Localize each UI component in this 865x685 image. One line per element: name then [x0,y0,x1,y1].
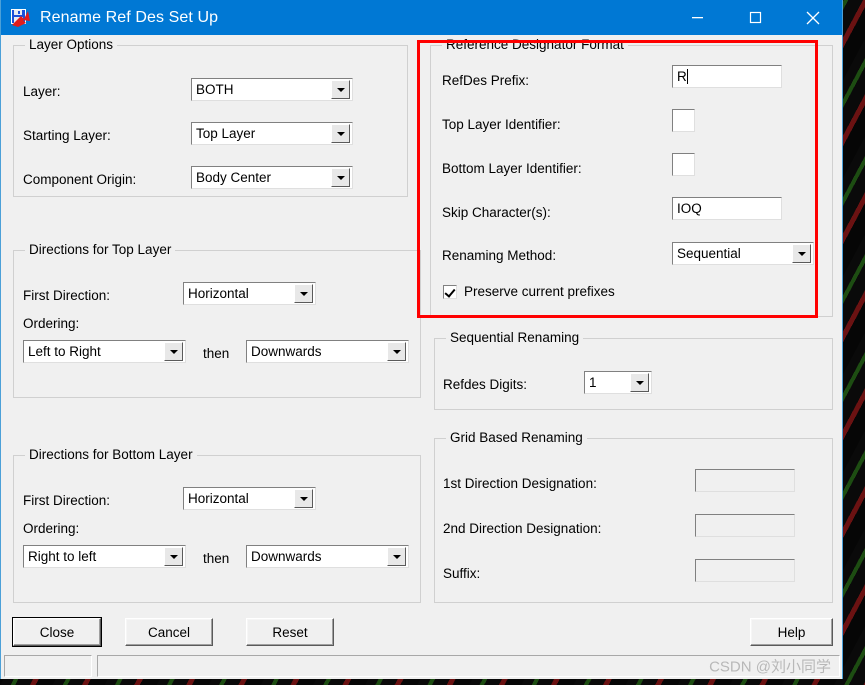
first-direction-designation-input[interactable] [695,469,795,492]
rename-ref-des-dialog: Rename Ref Des Set Up Layer Options Laye… [0,0,843,679]
reset-button-label: Reset [272,625,307,640]
help-button[interactable]: Help [750,618,833,646]
text-caret [687,69,688,84]
grid-based-renaming-legend: Grid Based Renaming [446,430,587,445]
status-pane-left [4,655,92,677]
skip-characters-input[interactable]: IOQ [672,197,782,220]
chevron-down-icon[interactable] [331,168,350,187]
dialog-body: Layer Options Layer: BOTH Starting Layer… [1,35,842,679]
bottom-ordering-primary-dropdown[interactable]: Right to left [23,545,186,568]
close-button[interactable]: Close [13,618,101,646]
bottom-ordering-secondary-dropdown[interactable]: Downwards [246,545,409,568]
cancel-button[interactable]: Cancel [125,618,213,646]
chevron-down-icon[interactable] [331,124,350,143]
chevron-down-icon[interactable] [331,80,350,99]
window-controls [668,0,842,35]
bottom-first-direction-value: Horizontal [184,491,294,506]
top-ordering-primary-value: Left to Right [24,344,164,359]
watermark: CSDN @刘小同学 [709,656,831,677]
top-then-label: then [203,346,229,361]
help-button-label: Help [778,625,806,640]
bottom-ordering-label: Ordering: [23,521,79,536]
preserve-current-prefixes-checkbox[interactable]: Preserve current prefixes [443,284,615,299]
layer-dropdown[interactable]: BOTH [191,78,353,101]
top-layer-identifier-label: Top Layer Identifier: [442,117,561,132]
close-icon[interactable] [784,0,842,35]
status-pane-main: CSDN @刘小同学 [97,655,840,677]
bottom-first-direction-dropdown[interactable]: Horizontal [183,487,316,510]
chevron-down-icon[interactable] [387,342,406,361]
chevron-down-icon[interactable] [164,342,183,361]
close-button-label: Close [40,625,75,640]
renaming-method-label: Renaming Method: [442,248,556,263]
suffix-label: Suffix: [443,566,480,581]
component-origin-dropdown[interactable]: Body Center [191,166,353,189]
title-bar: Rename Ref Des Set Up [1,0,842,35]
second-direction-designation-input[interactable] [695,514,795,537]
bottom-first-direction-label: First Direction: [23,493,110,508]
refdes-digits-label: Refdes Digits: [443,377,527,392]
chevron-down-icon[interactable] [792,244,811,263]
bottom-ordering-primary-value: Right to left [24,549,164,564]
renaming-method-dropdown[interactable]: Sequential [672,242,814,265]
refdes-prefix-label: RefDes Prefix: [442,73,529,88]
maximize-icon[interactable] [726,0,784,35]
refdes-digits-dropdown[interactable]: 1 [584,371,652,394]
top-ordering-secondary-value: Downwards [247,344,387,359]
cancel-button-label: Cancel [148,625,190,640]
top-first-direction-label: First Direction: [23,288,110,303]
layer-label: Layer: [23,84,61,99]
top-ordering-label: Ordering: [23,316,79,331]
directions-top-layer-legend: Directions for Top Layer [25,242,175,257]
skip-characters-value: IOQ [673,201,702,216]
starting-layer-label: Starting Layer: [23,128,111,143]
bottom-then-label: then [203,551,229,566]
checkmark-icon [443,285,457,299]
chevron-down-icon[interactable] [387,547,406,566]
bottom-layer-identifier-input[interactable] [672,153,695,176]
bottom-ordering-secondary-value: Downwards [247,549,387,564]
top-layer-identifier-input[interactable] [672,109,695,132]
refdes-prefix-input[interactable]: R [672,65,782,88]
refdes-prefix-value: R [673,69,687,84]
top-ordering-primary-dropdown[interactable]: Left to Right [23,340,186,363]
starting-layer-dropdown-value: Top Layer [192,126,331,141]
top-ordering-secondary-dropdown[interactable]: Downwards [246,340,409,363]
chevron-down-icon[interactable] [164,547,183,566]
layer-options-legend: Layer Options [25,37,117,52]
reference-designator-format-legend: Reference Designator Format [442,37,628,52]
floppy-disk-arrow-icon [9,8,31,28]
reset-button[interactable]: Reset [246,618,334,646]
layer-dropdown-value: BOTH [192,82,331,97]
top-first-direction-value: Horizontal [184,286,294,301]
suffix-input[interactable] [695,559,795,582]
renaming-method-value: Sequential [673,246,792,261]
top-first-direction-dropdown[interactable]: Horizontal [183,282,316,305]
first-direction-designation-label: 1st Direction Designation: [443,476,597,491]
directions-bottom-layer-legend: Directions for Bottom Layer [25,447,197,462]
chevron-down-icon[interactable] [294,489,313,508]
second-direction-designation-label: 2nd Direction Designation: [443,521,601,536]
refdes-digits-value: 1 [585,375,630,390]
minimize-icon[interactable] [668,0,726,35]
preserve-current-prefixes-label: Preserve current prefixes [464,284,615,299]
window-title: Rename Ref Des Set Up [40,9,218,27]
chevron-down-icon[interactable] [630,373,649,392]
chevron-down-icon[interactable] [294,284,313,303]
status-bar: CSDN @刘小同学 [4,655,840,677]
skip-characters-label: Skip Character(s): [442,205,551,220]
sequential-renaming-legend: Sequential Renaming [446,330,583,345]
bottom-layer-identifier-label: Bottom Layer Identifier: [442,161,582,176]
starting-layer-dropdown[interactable]: Top Layer [191,122,353,145]
component-origin-dropdown-value: Body Center [192,170,331,185]
component-origin-label: Component Origin: [23,172,136,187]
